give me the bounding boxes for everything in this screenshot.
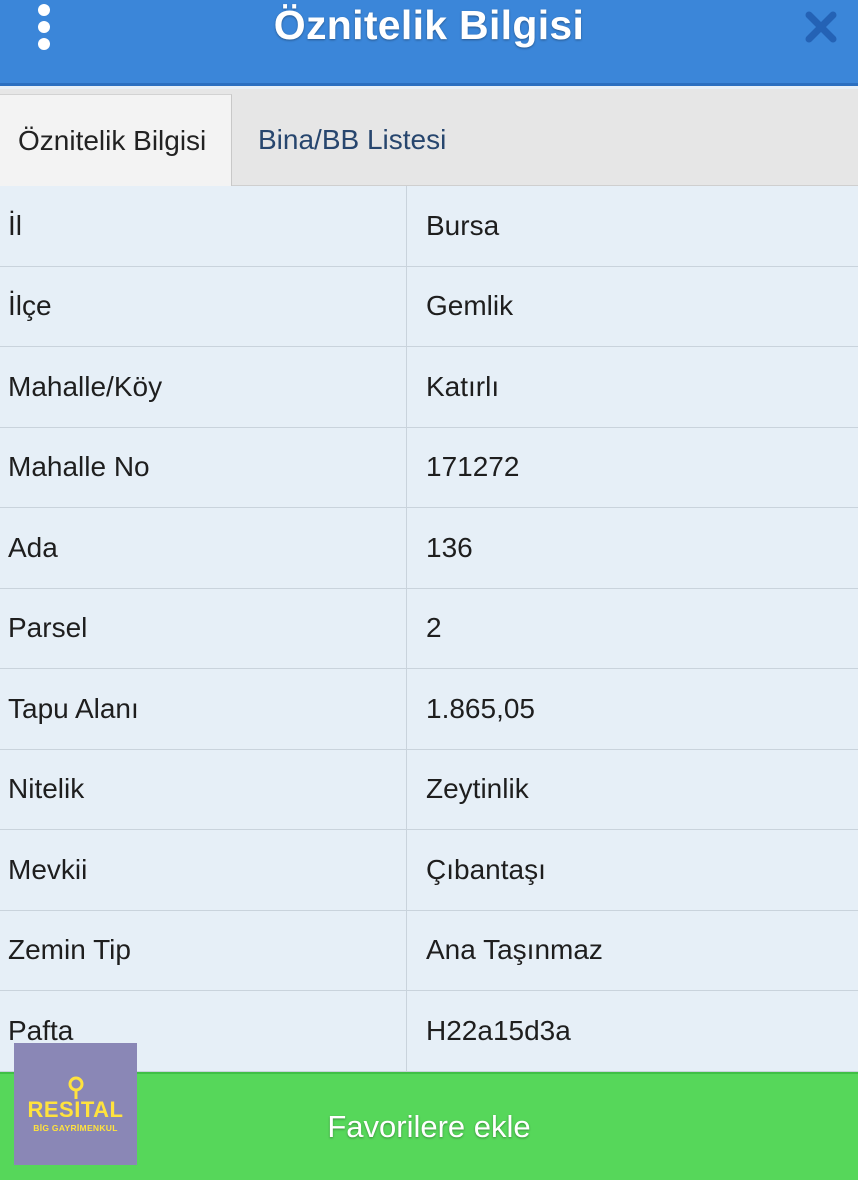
row-value: Gemlik	[426, 290, 514, 322]
table-row: Tapu Alanı 1.865,05	[0, 669, 858, 750]
row-key: Mahalle/Köy	[0, 347, 407, 427]
tab-bar: Öznitelik Bilgisi Bina/BB Listesi	[0, 89, 858, 186]
table-row: İlçe Gemlik	[0, 266, 858, 347]
table-row: Zemin Tip Ana Taşınmaz	[0, 910, 858, 991]
resital-logo: RESITAL BİG GAYRİMENKUL	[14, 1043, 137, 1165]
row-value: Bursa	[426, 209, 500, 241]
table-row: Nitelik Zeytinlik	[0, 749, 858, 830]
row-key: İl	[0, 186, 407, 266]
logo-subtitle: BİG GAYRİMENKUL	[33, 1122, 118, 1133]
row-value: 171272	[426, 451, 520, 483]
page-title: Öznitelik Bilgisi	[273, 2, 585, 48]
row-value: Katırlı	[426, 370, 500, 402]
table-row: Mevkii Çıbantaşı	[0, 830, 858, 911]
row-key: Tapu Alanı	[0, 669, 407, 749]
row-value: H22a15d3a	[426, 1014, 571, 1046]
row-value: 136	[426, 531, 473, 563]
close-icon[interactable]	[804, 10, 838, 44]
row-key: Ada	[0, 508, 407, 588]
row-key: Parsel	[0, 588, 407, 668]
attribute-table: İl Bursa İlçe Gemlik Mahalle/Köy Katırlı…	[0, 186, 858, 1072]
row-value: Zeytinlik	[426, 773, 529, 805]
tab-bina-bb-listesi[interactable]: Bina/BB Listesi	[258, 94, 446, 186]
app-header: Öznitelik Bilgisi	[0, 0, 858, 86]
row-key: Zemin Tip	[0, 910, 407, 990]
row-value: Çıbantaşı	[426, 853, 546, 885]
table-row: Parsel 2	[0, 588, 858, 669]
table-row: Mahalle No 171272	[0, 427, 858, 508]
row-key: Nitelik	[0, 749, 407, 829]
table-row: Mahalle/Köy Katırlı	[0, 347, 858, 428]
row-key: İlçe	[0, 266, 407, 346]
location-pin-icon	[68, 1076, 83, 1099]
add-to-favorites-label: Favorilere ekle	[327, 1109, 531, 1144]
logo-name: RESITAL	[27, 1096, 124, 1122]
row-value: Ana Taşınmaz	[426, 934, 603, 966]
row-key: Mevkii	[0, 830, 407, 910]
row-key: Mahalle No	[0, 427, 407, 507]
tab-oznitelik-bilgisi[interactable]: Öznitelik Bilgisi	[0, 94, 232, 186]
table-row: İl Bursa	[0, 186, 858, 267]
table-row: Ada 136	[0, 508, 858, 589]
row-value: 1.865,05	[426, 692, 535, 724]
row-value: 2	[426, 612, 442, 644]
